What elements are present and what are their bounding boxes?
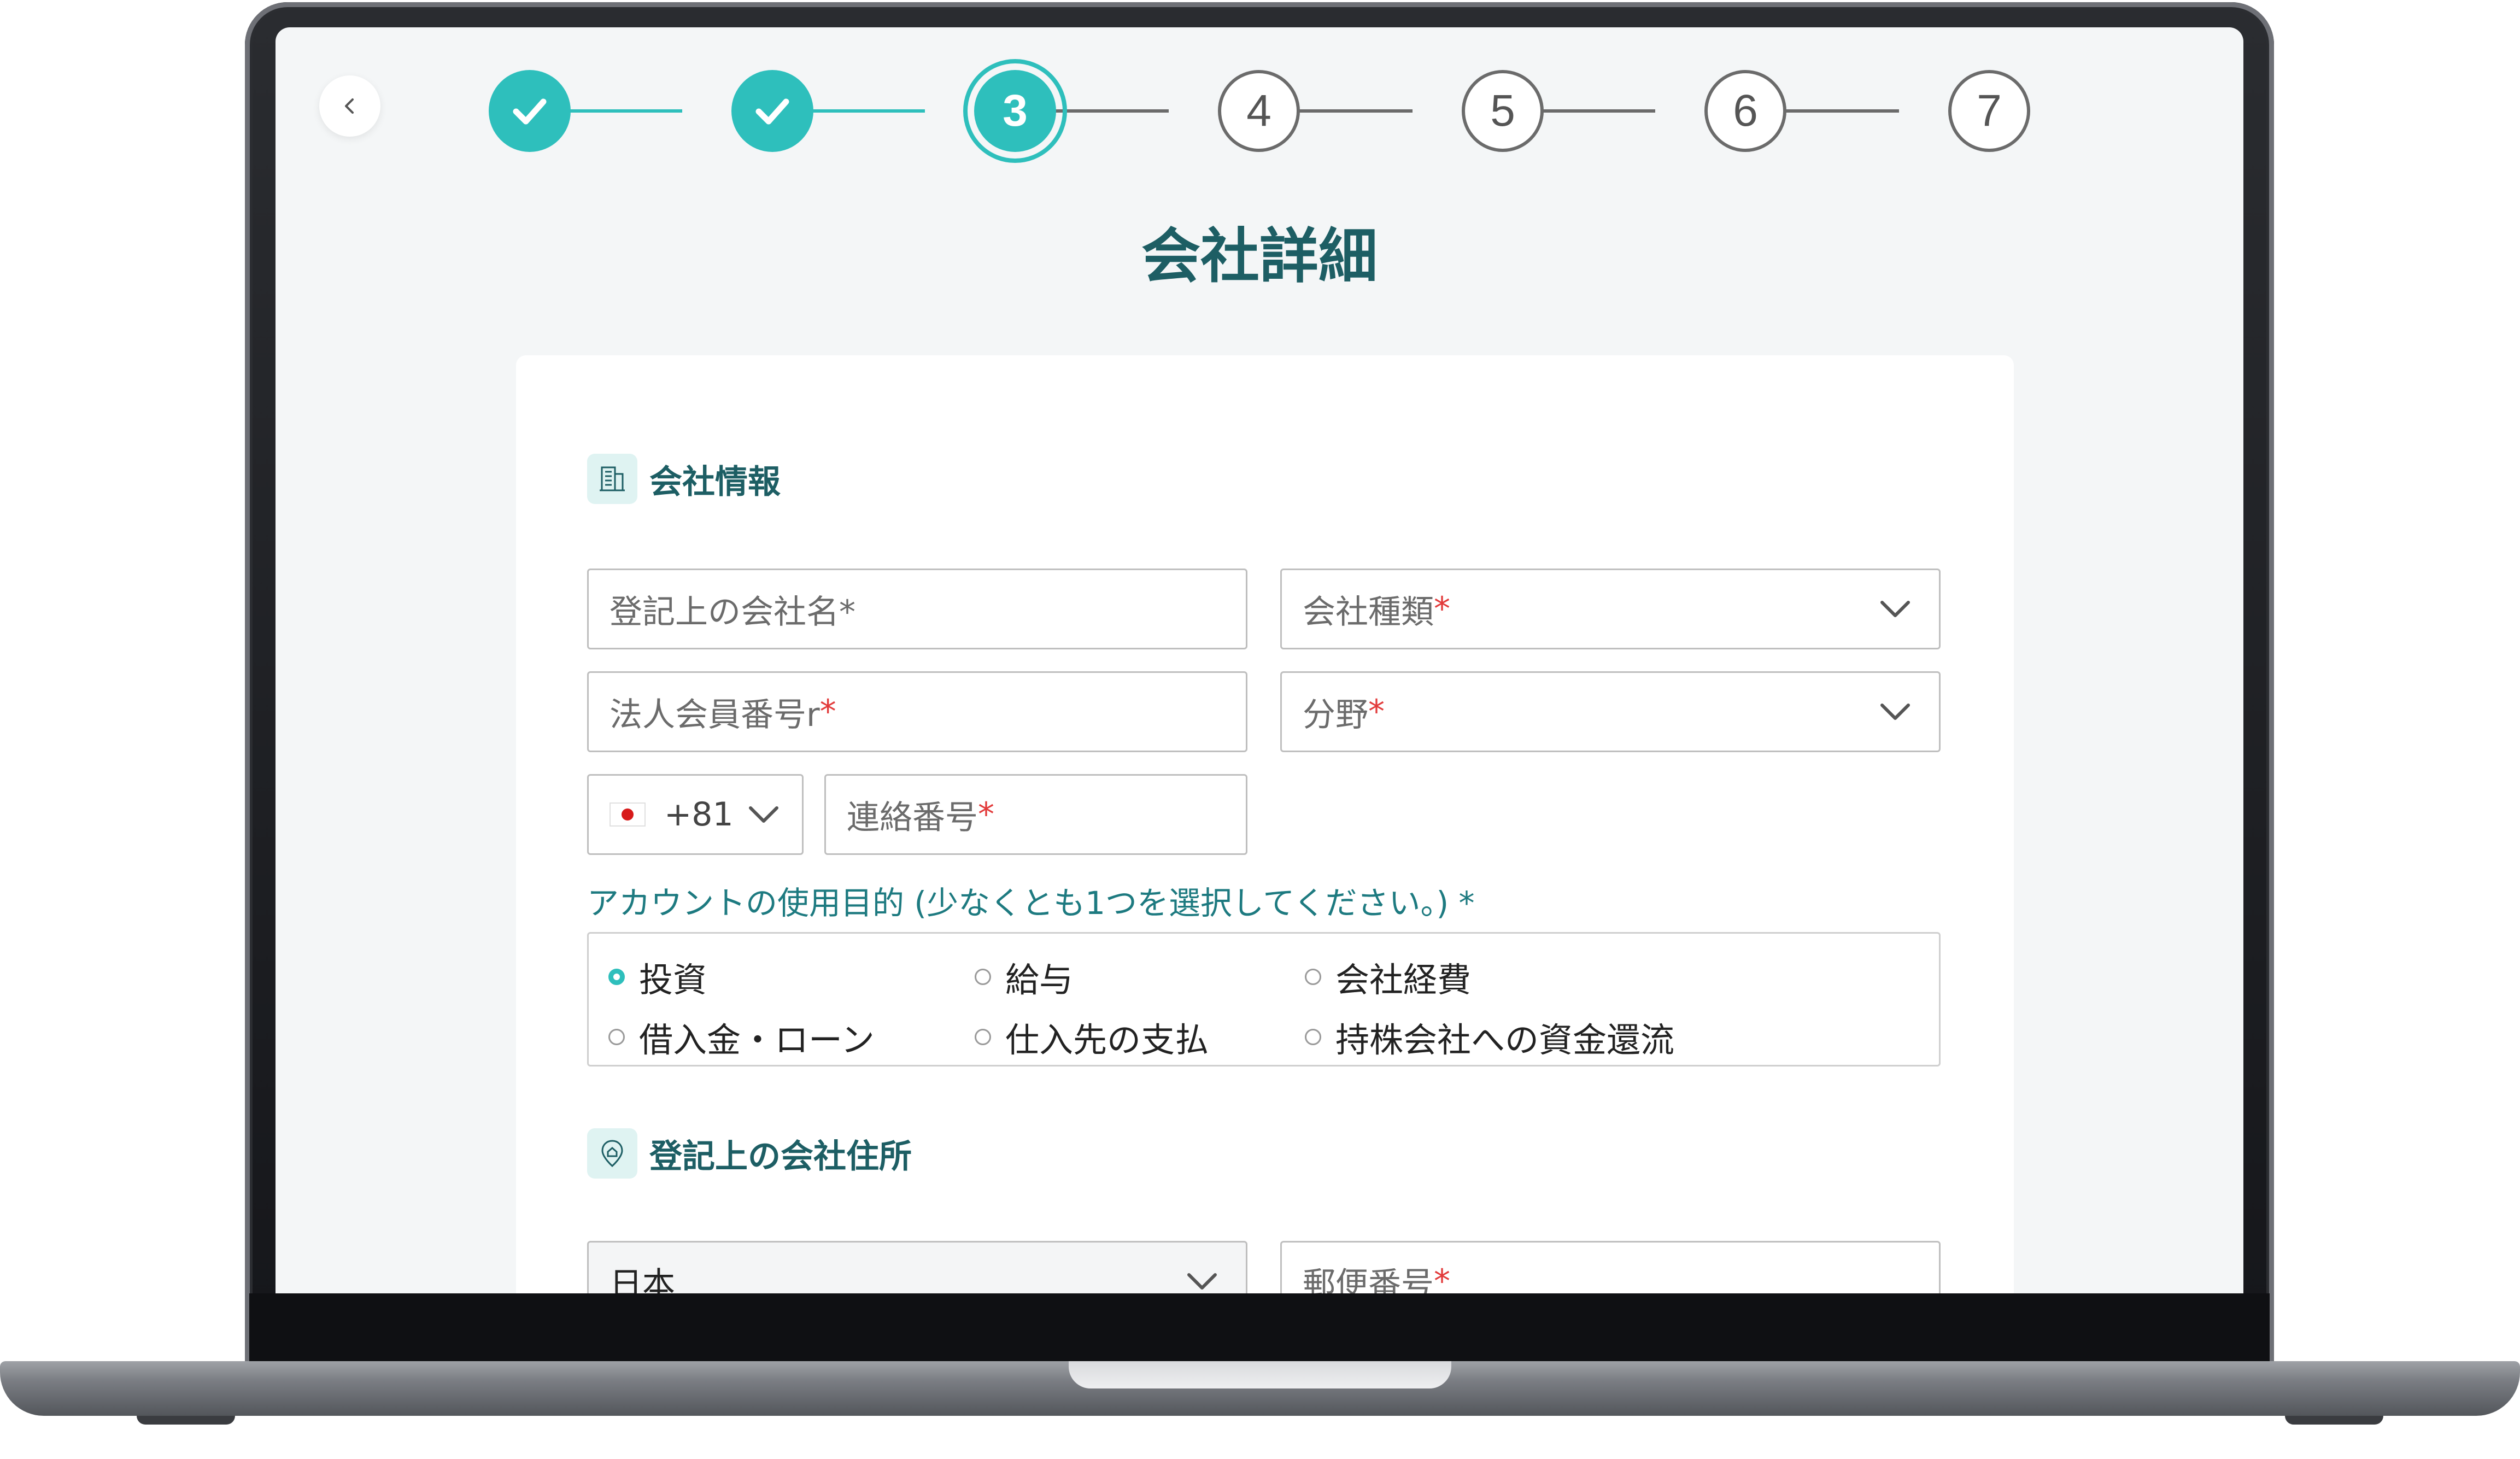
registered-company-name-placeholder: 登記上の会社名* — [610, 593, 855, 631]
check-icon — [513, 98, 547, 125]
step-3-label: 3 — [1003, 86, 1028, 136]
corporate-number-placeholder: 法人会員番号r — [610, 695, 820, 734]
form-card: 会社情報 登記上の会社名* 会社種類* 法人会員番号r* 分野* +81 — [516, 355, 2014, 1293]
step-3[interactable]: 3 — [963, 59, 1067, 163]
step-2[interactable] — [731, 70, 813, 152]
company-type-placeholder: 会社種類 — [1303, 593, 1434, 631]
postal-code-placeholder: 郵便番号 — [1303, 1265, 1434, 1294]
step-6-label: 6 — [1733, 86, 1758, 136]
required-mark: * — [819, 693, 836, 731]
japan-flag-icon — [610, 802, 646, 827]
screen-bezel — [249, 1293, 2270, 1361]
laptop-foot-left — [137, 1416, 235, 1425]
purpose-option-label: 借入金・ローン — [639, 1020, 875, 1060]
location-pin-icon — [587, 1128, 637, 1179]
step-7-label: 7 — [1977, 86, 2002, 136]
purpose-option-label: 投資 — [639, 960, 707, 1000]
building-icon — [587, 454, 637, 504]
step-4-label: 4 — [1246, 86, 1271, 136]
purpose-option-supplier-payment[interactable]: 仕入先の支払 — [975, 1012, 1209, 1062]
step-6[interactable]: 6 — [1704, 70, 1786, 152]
check-icon — [755, 98, 789, 125]
required-mark: * — [978, 795, 994, 834]
laptop-foot-right — [2285, 1416, 2383, 1425]
purpose-option-holding-repatriation[interactable]: 持株会社への資金還流 — [1305, 1012, 1674, 1062]
required-mark: * — [1434, 1262, 1450, 1293]
step-1[interactable] — [489, 70, 571, 152]
page-title: 会社詳細 — [1141, 222, 1378, 291]
chevron-down-icon — [749, 806, 778, 823]
purpose-option-label: 会社経費 — [1335, 960, 1472, 1000]
radio[interactable] — [1305, 969, 1321, 985]
chevron-down-icon — [1880, 601, 1910, 617]
step-5-label: 5 — [1490, 86, 1515, 136]
step-5[interactable]: 5 — [1462, 70, 1544, 152]
registered-company-name-field[interactable]: 登記上の会社名* — [587, 569, 1247, 649]
corporate-number-field[interactable]: 法人会員番号r * — [587, 671, 1247, 752]
back-button[interactable] — [319, 75, 380, 137]
radio[interactable] — [975, 1029, 991, 1045]
postal-code-field[interactable]: 郵便番号 * — [1280, 1241, 1941, 1293]
purpose-option-loan[interactable]: 借入金・ローン — [608, 1012, 875, 1062]
radio[interactable] — [975, 969, 991, 985]
account-purpose-label: アカウントの使用目的 (少なくとも1つを選択してください。) * — [587, 884, 1475, 922]
chevron-left-icon — [345, 98, 354, 114]
chevron-down-icon — [1187, 1273, 1217, 1290]
phone-number-placeholder: 連絡番号 — [847, 798, 978, 837]
step-7[interactable]: 7 — [1948, 70, 2030, 152]
section-registered-address-title: 登記上の会社住所 — [649, 1137, 912, 1176]
section-registered-address: 登記上の会社住所 — [587, 1127, 912, 1180]
phone-number-field[interactable]: 連絡番号 * — [824, 774, 1247, 855]
laptop-notch — [1069, 1361, 1451, 1388]
required-mark: * — [1434, 590, 1450, 628]
country-value: 日本 — [610, 1265, 675, 1294]
section-company-info-title: 会社情報 — [649, 462, 781, 501]
industry-placeholder: 分野 — [1303, 695, 1368, 734]
company-type-select[interactable]: 会社種類 * — [1280, 569, 1941, 649]
section-company-info: 会社情報 — [587, 453, 781, 505]
purpose-option-label: 給与 — [1005, 960, 1074, 1000]
app-screen: 3 4 5 6 7 会社詳細 会社情報 登記上の会社名* 会社種類 * 法人会員… — [276, 27, 2243, 1293]
radio[interactable] — [1305, 1029, 1321, 1045]
phone-country-code-select[interactable]: +81 — [587, 774, 804, 855]
step-4[interactable]: 4 — [1218, 70, 1300, 152]
country-select[interactable]: 日本 — [587, 1241, 1247, 1293]
phone-country-code: +81 — [664, 795, 734, 834]
chevron-down-icon — [1880, 704, 1910, 720]
purpose-option-investment[interactable]: 投資 — [608, 952, 707, 1001]
required-mark: * — [1368, 693, 1385, 731]
purpose-option-company-expenses[interactable]: 会社経費 — [1305, 952, 1471, 1001]
purpose-option-payroll[interactable]: 給与 — [975, 952, 1073, 1001]
industry-select[interactable]: 分野 * — [1280, 671, 1941, 752]
account-purpose-group: 投資 給与 会社経費 借入金・ローン 仕入先の支払 持株会社への資金還流 — [587, 932, 1941, 1067]
purpose-option-label: 仕入先の支払 — [1005, 1020, 1209, 1060]
radio[interactable] — [608, 1029, 625, 1045]
purpose-option-label: 持株会社への資金還流 — [1335, 1020, 1675, 1060]
radio-selected[interactable] — [608, 969, 625, 985]
